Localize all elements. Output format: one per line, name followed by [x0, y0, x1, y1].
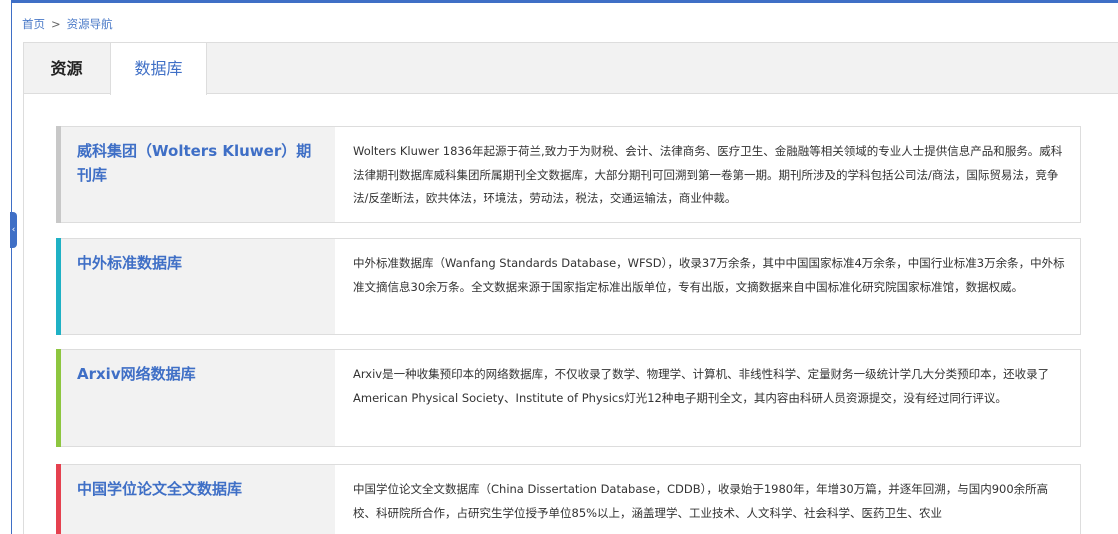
database-title-link[interactable]: 威科集团（Wolters Kluwer）期刊库	[77, 139, 322, 187]
tab-bar: 资源 数据库	[24, 43, 1118, 95]
card-title-column: 中国学位论文全文数据库	[61, 465, 335, 534]
top-border-line	[12, 0, 1118, 3]
database-card-arxiv: Arxiv网络数据库 Arxiv是一种收集预印本的网络数据库，不仅收录了数学、物…	[56, 349, 1081, 447]
sidebar-collapse-handle[interactable]: ‹	[10, 212, 17, 248]
chevron-left-icon: ‹	[11, 225, 16, 235]
database-description: 中国学位论文全文数据库（China Dissertation Database，…	[353, 482, 1049, 520]
database-description: Wolters Kluwer 1836年起源于荷兰,致力于为财税、会计、法律商务…	[353, 144, 1063, 205]
breadcrumb-home-link[interactable]: 首页	[22, 17, 45, 31]
database-card-wfsd: 中外标准数据库 中外标准数据库（Wanfang Standards Databa…	[56, 238, 1081, 335]
card-title-column: Arxiv网络数据库	[61, 350, 335, 446]
database-description: 中外标准数据库（Wanfang Standards Database，WFSD）…	[353, 256, 1065, 294]
database-title-link[interactable]: 中国学位论文全文数据库	[77, 477, 322, 501]
tab-resources[interactable]: 资源	[24, 43, 109, 94]
content-panel: 资源 数据库 威科集团（Wolters Kluwer）期刊库 Wolters K…	[23, 42, 1118, 534]
card-title-column: 威科集团（Wolters Kluwer）期刊库	[61, 127, 335, 222]
database-title-link[interactable]: Arxiv网络数据库	[77, 362, 322, 386]
breadcrumb-current-link[interactable]: 资源导航	[67, 17, 113, 31]
left-sidebar-edge	[0, 0, 12, 534]
breadcrumb: 首页 > 资源导航	[22, 16, 113, 32]
database-description: Arxiv是一种收集预印本的网络数据库，不仅收录了数学、物理学、计算机、非线性科…	[353, 367, 1050, 405]
card-title-column: 中外标准数据库	[61, 239, 335, 334]
database-title-link[interactable]: 中外标准数据库	[77, 251, 322, 275]
database-card-wolters-kluwer: 威科集团（Wolters Kluwer）期刊库 Wolters Kluwer 1…	[56, 126, 1081, 223]
tab-database[interactable]: 数据库	[110, 43, 207, 95]
database-card-cddb: 中国学位论文全文数据库 中国学位论文全文数据库（China Dissertati…	[56, 464, 1081, 534]
breadcrumb-separator: >	[51, 17, 61, 31]
